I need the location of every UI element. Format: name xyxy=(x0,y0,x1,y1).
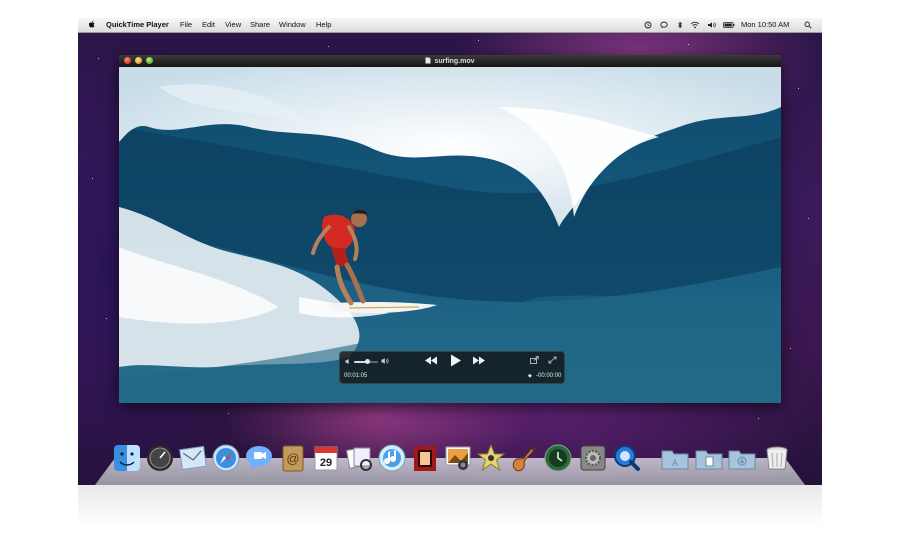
rewind-button[interactable] xyxy=(424,356,438,365)
safari-icon[interactable] xyxy=(211,443,241,473)
system-preferences-icon[interactable] xyxy=(578,443,608,473)
finder-icon[interactable] xyxy=(112,443,142,473)
window-title-area: surfing.mov xyxy=(119,57,781,65)
menubar-clock[interactable]: Mon 10:50 AM xyxy=(741,21,789,29)
menu-share[interactable]: Share xyxy=(250,21,270,29)
volume-icon[interactable] xyxy=(707,21,717,29)
time-machine-icon[interactable] xyxy=(644,21,652,29)
menu-window[interactable]: Window xyxy=(279,21,306,29)
time-machine-dock-icon[interactable] xyxy=(543,443,573,473)
garageband-icon[interactable] xyxy=(509,443,539,473)
document-proxy-icon[interactable] xyxy=(425,57,431,64)
menu-bar: QuickTime Player File Edit View Share Wi… xyxy=(78,18,822,33)
quicktime-player-icon[interactable] xyxy=(612,443,642,473)
battery-icon[interactable] xyxy=(723,21,735,29)
menu-help[interactable]: Help xyxy=(316,21,331,29)
elapsed-time: 00:01:05 xyxy=(344,373,368,379)
applications-stack-icon[interactable]: A xyxy=(660,443,690,473)
ichat-status-icon[interactable] xyxy=(660,21,668,29)
fast-forward-button[interactable] xyxy=(472,356,486,365)
scrubber-handle-icon[interactable]: ◆ xyxy=(528,373,532,380)
menu-view[interactable]: View xyxy=(225,21,241,29)
ichat-icon[interactable] xyxy=(244,443,274,473)
app-menu[interactable]: QuickTime Player xyxy=(106,21,169,29)
downloads-stack-icon[interactable] xyxy=(727,443,757,473)
apple-menu-icon[interactable] xyxy=(88,20,96,29)
quicktime-window: surfing.mov 00:01:05 ◆ -00:00:00 xyxy=(119,55,781,403)
menu-edit[interactable]: Edit xyxy=(202,21,215,29)
trash-icon[interactable] xyxy=(762,443,792,473)
volume-high-icon xyxy=(381,358,389,364)
scrubber-track[interactable] xyxy=(372,374,524,379)
play-button[interactable] xyxy=(450,354,462,367)
volume-slider[interactable] xyxy=(354,359,378,364)
svg-text:A: A xyxy=(672,458,678,468)
itunes-icon[interactable] xyxy=(377,443,407,473)
wifi-icon[interactable] xyxy=(690,21,700,29)
dashboard-icon[interactable] xyxy=(145,443,175,473)
documents-stack-icon[interactable] xyxy=(694,443,724,473)
photo-booth-icon[interactable] xyxy=(410,443,440,473)
fullscreen-icon[interactable] xyxy=(548,356,557,364)
imovie-icon[interactable] xyxy=(476,443,506,473)
volume-slider-knob[interactable] xyxy=(364,359,370,364)
remaining-time: -00:00:00 xyxy=(536,373,562,379)
share-icon[interactable] xyxy=(530,356,539,364)
dock-reflection xyxy=(78,485,822,525)
mail-icon[interactable] xyxy=(178,443,208,473)
address-book-icon[interactable]: @ xyxy=(278,443,308,473)
svg-text:@: @ xyxy=(286,451,299,466)
volume-low-icon xyxy=(345,358,349,365)
ical-icon[interactable]: 29 xyxy=(311,443,341,473)
video-frame[interactable]: 00:01:05 ◆ -00:00:00 xyxy=(119,67,781,403)
playback-controller[interactable]: 00:01:05 ◆ -00:00:00 xyxy=(339,351,565,384)
menu-file[interactable]: File xyxy=(180,21,192,29)
desktop-screen: QuickTime Player File Edit View Share Wi… xyxy=(78,18,822,485)
window-title: surfing.mov xyxy=(434,58,475,65)
spotlight-search-icon[interactable] xyxy=(804,21,812,29)
preview-icon[interactable] xyxy=(344,443,374,473)
bluetooth-icon[interactable] xyxy=(676,21,684,29)
ical-date: 29 xyxy=(320,457,332,469)
iphoto-icon[interactable] xyxy=(443,443,473,473)
